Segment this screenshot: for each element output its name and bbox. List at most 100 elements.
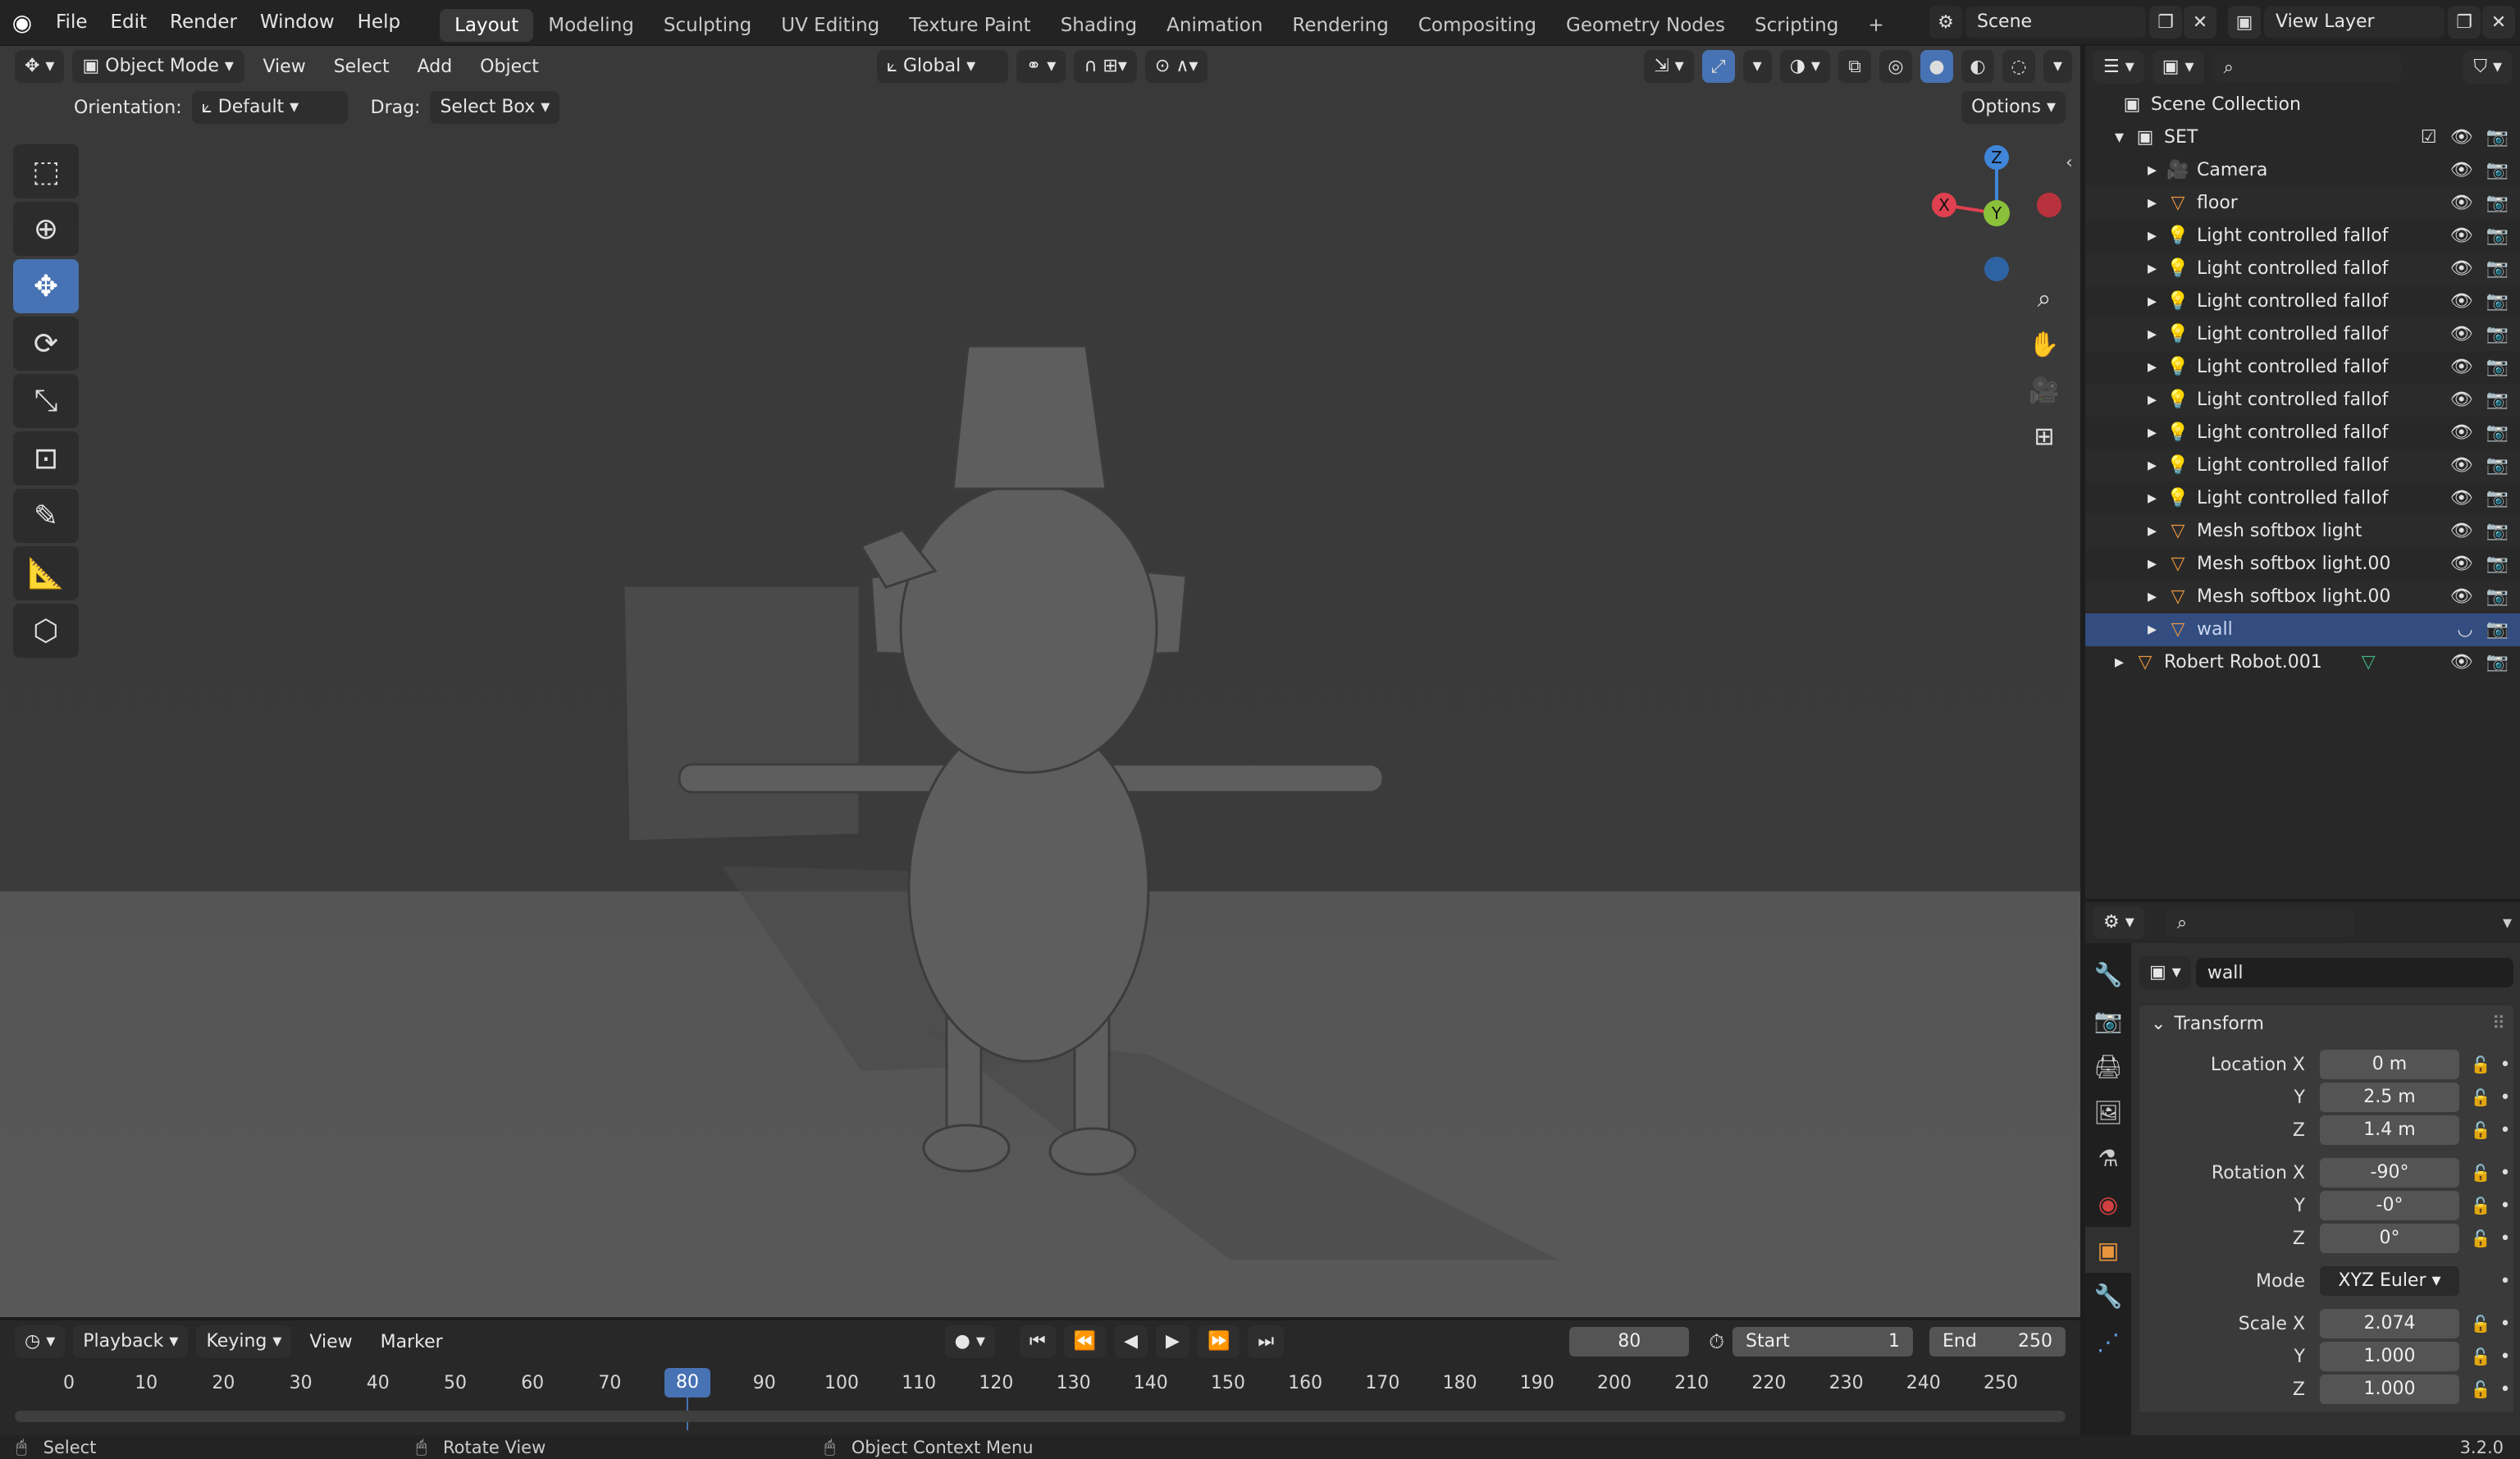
scale-z-field[interactable]: 1.000: [2320, 1375, 2459, 1404]
expand-arrow-icon[interactable]: ▸: [2148, 154, 2166, 187]
eye-icon[interactable]: 👁: [2450, 548, 2473, 581]
object-type-icon[interactable]: ▣ ▾: [2139, 956, 2191, 989]
camera-render-icon[interactable]: 📷: [2486, 613, 2509, 646]
world-tab-icon[interactable]: ◉: [2085, 1181, 2131, 1227]
keyframe-dot-icon[interactable]: •: [2497, 1271, 2513, 1292]
outliner-row-robot[interactable]: ▸ ▽ Robert Robot.001 ▽ 👁 📷: [2085, 646, 2520, 679]
expand-arrow-icon[interactable]: ▸: [2148, 417, 2166, 449]
outliner-row[interactable]: ▸ ▽ Mesh softbox light.00 👁 📷: [2085, 548, 2520, 581]
playhead[interactable]: 80: [664, 1368, 710, 1397]
annotate-icon[interactable]: ✎: [13, 489, 79, 543]
eye-icon[interactable]: 👁: [2450, 417, 2473, 449]
keyframe-dot-icon[interactable]: •: [2497, 1087, 2513, 1108]
gizmo-neg-x[interactable]: [2037, 193, 2061, 217]
view-layer-icon[interactable]: ▣: [2228, 6, 2261, 39]
tab-scripting[interactable]: Scripting: [1740, 9, 1853, 42]
lock-icon[interactable]: 🔓: [2464, 1163, 2497, 1183]
camera-render-icon[interactable]: 📷: [2486, 581, 2509, 613]
rotation-y-field[interactable]: -0°: [2320, 1191, 2459, 1220]
camera-render-icon[interactable]: 📷: [2486, 318, 2509, 351]
collection-set-row[interactable]: ▾ ▣ SET ☑ 👁 📷: [2085, 121, 2520, 154]
outliner-row[interactable]: ▸ 💡 Light controlled fallof 👁 📷: [2085, 417, 2520, 449]
blender-logo-icon[interactable]: ◉: [0, 9, 44, 36]
lock-icon[interactable]: 🔓: [2464, 1347, 2497, 1366]
expand-arrow-icon[interactable]: ▸: [2148, 253, 2166, 285]
outliner-row[interactable]: ▸ 💡 Light controlled fallof 👁 📷: [2085, 482, 2520, 515]
lock-icon[interactable]: 🔓: [2464, 1314, 2497, 1334]
lock-icon[interactable]: 🔓: [2464, 1087, 2497, 1107]
scale-y-field[interactable]: 1.000: [2320, 1342, 2459, 1371]
expand-arrow-icon[interactable]: ▸: [2148, 581, 2166, 613]
zoom-icon[interactable]: ⌕: [2021, 276, 2067, 321]
move-icon[interactable]: ✥: [13, 259, 79, 313]
new-view-layer-icon[interactable]: ❐: [2448, 6, 2481, 39]
eye-icon[interactable]: 👁: [2450, 253, 2473, 285]
expand-arrow-icon[interactable]: ▸: [2148, 449, 2166, 482]
scene-collection-row[interactable]: ▣ Scene Collection: [2085, 89, 2520, 121]
scene-field[interactable]: Scene: [1965, 7, 2146, 38]
keyframe-dot-icon[interactable]: •: [2497, 1229, 2513, 1249]
expand-arrow-icon[interactable]: ▸: [2148, 482, 2166, 515]
lock-icon[interactable]: 🔓: [2464, 1196, 2497, 1215]
camera-render-icon[interactable]: 📷: [2486, 253, 2509, 285]
view-layer-tab-icon[interactable]: 🖼: [2085, 1089, 2131, 1135]
outliner-row[interactable]: ▸ 💡 Light controlled fallof 👁 📷: [2085, 220, 2520, 253]
location-y-field[interactable]: 2.5 m: [2320, 1083, 2459, 1112]
expand-arrow-icon[interactable]: ▸: [2148, 285, 2166, 318]
menu-window[interactable]: Window: [249, 0, 346, 44]
eye-icon[interactable]: 👁: [2450, 187, 2473, 220]
outliner-row[interactable]: ▸ 💡 Light controlled fallof 👁 📷: [2085, 449, 2520, 482]
lock-icon[interactable]: 🔓: [2464, 1055, 2497, 1074]
outliner-row[interactable]: ▸ 💡 Light controlled fallof 👁 📷: [2085, 384, 2520, 417]
gizmo-neg-z[interactable]: [1984, 257, 2009, 281]
display-mode-icon[interactable]: ▣ ▾: [2152, 51, 2204, 84]
tab-shading[interactable]: Shading: [1046, 9, 1152, 42]
delete-scene-icon[interactable]: ✕: [2184, 6, 2216, 39]
tab-animation[interactable]: Animation: [1152, 9, 1277, 42]
eye-icon[interactable]: 👁: [2450, 646, 2473, 679]
scene-selector-icon[interactable]: ⚙: [1929, 6, 1962, 39]
render-tab-icon[interactable]: 📷: [2085, 997, 2131, 1043]
cursor-icon[interactable]: ⊕: [13, 202, 79, 256]
sidebar-toggle-icon[interactable]: ‹: [2066, 153, 2073, 173]
add-cube-icon[interactable]: ⬡: [13, 604, 79, 658]
expand-arrow-icon[interactable]: ▾: [2115, 121, 2133, 154]
outliner-row[interactable]: ▸ 💡 Light controlled fallof 👁 📷: [2085, 253, 2520, 285]
expand-arrow-icon[interactable]: ▸: [2148, 187, 2166, 220]
expand-arrow-icon[interactable]: ▸: [2148, 515, 2166, 548]
lock-icon[interactable]: 🔓: [2464, 1120, 2497, 1140]
keyframe-dot-icon[interactable]: •: [2497, 1196, 2513, 1216]
keyframe-dot-icon[interactable]: •: [2497, 1163, 2513, 1183]
tab-sculpting[interactable]: Sculpting: [649, 9, 766, 42]
location-x-field[interactable]: 0 m: [2320, 1050, 2459, 1079]
outliner-row[interactable]: ▸ ▽ Mesh softbox light 👁 📷: [2085, 515, 2520, 548]
outliner-row[interactable]: ▸ ▽ wall ◡ 📷: [2085, 613, 2520, 646]
outliner-search-input[interactable]: ⌕: [2212, 52, 2401, 82]
modifier-tab-icon[interactable]: 🔧: [2085, 1273, 2131, 1319]
camera-render-icon[interactable]: 📷: [2486, 548, 2509, 581]
transform-panel-header[interactable]: ⌄ Transform ⠿: [2139, 1005, 2513, 1042]
outliner-row[interactable]: ▸ 💡 Light controlled fallof 👁 📷: [2085, 318, 2520, 351]
transform-icon[interactable]: ⊡: [13, 431, 79, 486]
expand-arrow-icon[interactable]: ▸: [2148, 613, 2166, 646]
particles-tab-icon[interactable]: ⋰: [2085, 1319, 2131, 1365]
eye-icon[interactable]: 👁: [2450, 121, 2473, 154]
outliner-row[interactable]: ▸ ▽ Mesh softbox light.00 👁 📷: [2085, 581, 2520, 613]
camera-view-icon[interactable]: 🎥: [2021, 367, 2067, 413]
delete-view-layer-icon[interactable]: ✕: [2482, 6, 2515, 39]
eye-icon[interactable]: 👁: [2450, 154, 2473, 187]
camera-render-icon[interactable]: 📷: [2486, 187, 2509, 220]
camera-render-icon[interactable]: 📷: [2486, 646, 2509, 679]
rotation-z-field[interactable]: 0°: [2320, 1224, 2459, 1253]
drag-handle-icon[interactable]: ⠿: [2492, 1014, 2505, 1034]
keyframe-dot-icon[interactable]: •: [2497, 1120, 2513, 1141]
expand-arrow-icon[interactable]: ▸: [2148, 318, 2166, 351]
view-layer-field[interactable]: View Layer: [2264, 7, 2445, 38]
tab-texture-paint[interactable]: Texture Paint: [894, 9, 1045, 42]
output-tab-icon[interactable]: 🖨: [2085, 1043, 2131, 1089]
object-name-field[interactable]: wall: [2195, 958, 2513, 987]
camera-render-icon[interactable]: 📷: [2486, 515, 2509, 548]
dropdown-icon[interactable]: ▾: [2503, 913, 2512, 933]
tab-uv-editing[interactable]: UV Editing: [766, 9, 894, 42]
scale-x-field[interactable]: 2.074: [2320, 1309, 2459, 1338]
